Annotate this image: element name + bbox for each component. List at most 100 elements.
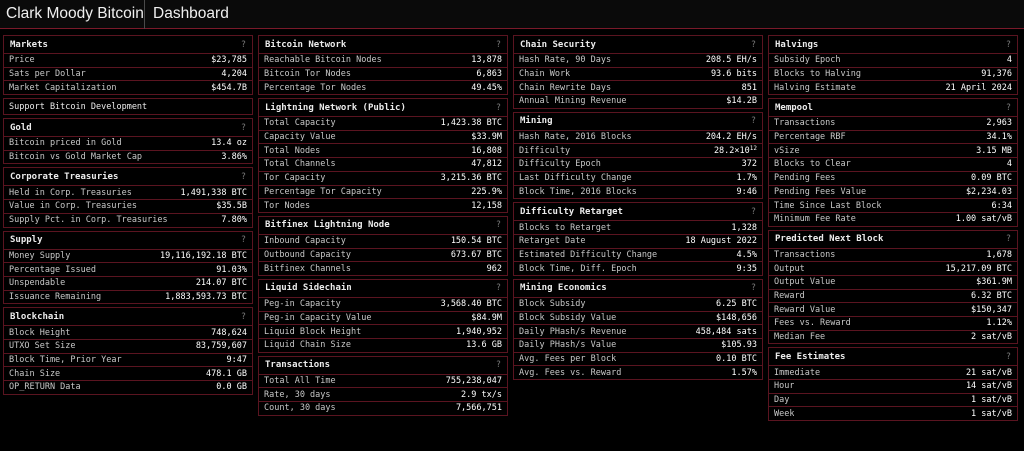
stat-value-text: 3.15 MB bbox=[976, 145, 1012, 156]
help-icon[interactable]: ? bbox=[1006, 103, 1011, 113]
stat-row: Percentage RBF 34.1% bbox=[769, 129, 1017, 144]
stat-value-text: 1 sat/vB bbox=[971, 395, 1012, 406]
stat-value-text: $361.9M bbox=[976, 277, 1012, 288]
stat-row: Rate, 30 days 2.9 tx/s bbox=[259, 387, 507, 401]
stat-value-text: 21 April 2024 bbox=[945, 82, 1012, 93]
stat-label: Transactions bbox=[774, 249, 836, 260]
stat-value: $150,347 bbox=[971, 305, 1012, 315]
stat-value-text: $35.5B bbox=[216, 201, 247, 212]
help-icon[interactable]: ? bbox=[1006, 234, 1011, 244]
stat-value-text: 4 bbox=[1006, 55, 1012, 66]
stat-row: Capacity Value $33.9M bbox=[259, 129, 507, 144]
panel-title: Supply bbox=[10, 235, 43, 245]
help-icon[interactable]: ? bbox=[751, 283, 756, 293]
stat-value-text: 851 bbox=[741, 82, 757, 93]
stat-value: 91.03% bbox=[216, 265, 247, 275]
help-icon[interactable]: ? bbox=[1006, 352, 1011, 362]
stat-row: Total Nodes 16,808 bbox=[259, 143, 507, 157]
stat-value: 2.9 tx/s bbox=[461, 390, 502, 400]
stat-row: Minimum Fee Rate 1.00 sat/vB bbox=[769, 211, 1017, 226]
stat-value: 93.6 bits bbox=[711, 69, 757, 79]
stat-value: $2,234.03 bbox=[966, 187, 1012, 197]
stat-label: Percentage Tor Capacity bbox=[264, 186, 382, 197]
stat-value: 18 August 2022 bbox=[685, 236, 757, 246]
stat-value-text: 14 sat/vB bbox=[965, 381, 1012, 392]
stat-label: Block Time, Diff. Epoch bbox=[519, 263, 637, 274]
panel-header: Supply? bbox=[4, 232, 252, 249]
support-link[interactable]: Support Bitcoin Development bbox=[3, 98, 253, 116]
stat-label: Percentage Tor Nodes bbox=[264, 82, 367, 93]
stat-label: Sats per Dollar bbox=[9, 69, 86, 80]
help-icon[interactable]: ? bbox=[241, 312, 246, 322]
stat-row: Percentage Issued 91.03% bbox=[4, 262, 252, 276]
stat-value: $23,785 bbox=[211, 55, 247, 65]
stat-row: Hour 14 sat/vB bbox=[769, 379, 1017, 393]
help-icon[interactable]: ? bbox=[241, 235, 246, 245]
panel-header: Difficulty Retarget? bbox=[514, 203, 762, 220]
stat-label: Chain Work bbox=[519, 69, 571, 80]
help-icon[interactable]: ? bbox=[241, 40, 246, 50]
stat-value-text: 6,863 bbox=[476, 69, 502, 80]
help-icon[interactable]: ? bbox=[1006, 40, 1011, 50]
stat-value: 458,484 sats bbox=[696, 327, 757, 337]
stat-row: Chain Work 93.6 bits bbox=[514, 66, 762, 81]
stat-value-text: 225.9% bbox=[471, 186, 502, 197]
page-title: Dashboard bbox=[153, 5, 229, 22]
stat-value: 47,812 bbox=[471, 159, 502, 169]
site-brand[interactable]: Clark Moody Bitcoin bbox=[0, 0, 145, 29]
stat-label: Bitcoin priced in Gold bbox=[9, 138, 122, 149]
panel-chain-security: Chain Security? Hash Rate, 90 Days 208.5 E… bbox=[513, 35, 763, 109]
help-icon[interactable]: ? bbox=[496, 360, 501, 370]
panel-title: Transactions bbox=[265, 360, 331, 371]
panel-title: Gold bbox=[10, 122, 32, 133]
panel-header: Transactions? bbox=[259, 357, 507, 374]
stat-value-text: 1,423.38 BTC bbox=[440, 118, 502, 129]
stat-value-text: 0.09 BTC bbox=[971, 173, 1012, 184]
stat-value: 9:35 bbox=[737, 264, 757, 274]
stat-row: Day 1 sat/vB bbox=[769, 392, 1017, 407]
stat-label: Reward bbox=[774, 290, 805, 301]
column-2: Bitcoin Network? Reachable Bitcoin Nodes 1… bbox=[258, 35, 508, 419]
stat-value: 1 sat/vB bbox=[971, 409, 1012, 419]
stat-value: 1,491,338 BTC bbox=[180, 188, 247, 198]
stat-row: Last Difficulty Change 1.7% bbox=[514, 170, 762, 185]
stat-value-text: 2 sat/vB bbox=[971, 332, 1012, 343]
stat-label: Liquid Block Height bbox=[264, 326, 362, 337]
help-icon[interactable]: ? bbox=[496, 220, 501, 230]
help-icon[interactable]: ? bbox=[496, 283, 501, 293]
panel-markets: Markets? Price $23,785 Sats per Dollar 4,204… bbox=[3, 35, 253, 96]
stat-label: Output bbox=[774, 263, 805, 274]
stat-value: 3.86% bbox=[221, 152, 247, 162]
stat-value-text: 208.5 EH/s bbox=[705, 55, 757, 66]
help-icon[interactable]: ? bbox=[241, 123, 246, 133]
stat-value-text: 21 sat/vB bbox=[965, 367, 1012, 378]
help-icon[interactable]: ? bbox=[751, 40, 756, 50]
panel-liquid-sidechain: Liquid Sidechain? Peg-in Capacity 3,568.40… bbox=[258, 278, 508, 353]
help-icon[interactable]: ? bbox=[241, 172, 246, 182]
stat-label: Daily PHash/s Revenue bbox=[519, 326, 627, 337]
stat-value-text: $150,347 bbox=[971, 304, 1012, 315]
stat-value: 673.67 BTC bbox=[451, 250, 502, 260]
panel-title: Bitcoin Network bbox=[265, 39, 347, 50]
stat-label: Capacity Value bbox=[264, 132, 336, 143]
stat-value: 851 bbox=[742, 83, 757, 93]
stat-value: 3,215.36 BTC bbox=[441, 173, 502, 183]
stat-value: 2 sat/vB bbox=[971, 332, 1012, 342]
stat-row: Outbound Capacity 673.67 BTC bbox=[259, 247, 507, 262]
stat-value: 6.32 BTC bbox=[971, 291, 1012, 301]
panel-header: Markets? bbox=[4, 36, 252, 53]
stat-row: Avg. Fees per Block 0.10 BTC bbox=[514, 351, 762, 366]
stat-row: Percentage Tor Capacity 225.9% bbox=[259, 184, 507, 199]
panel-title: Mining bbox=[520, 116, 553, 127]
help-icon[interactable]: ? bbox=[496, 103, 501, 113]
panel-title: Predicted Next Block bbox=[775, 234, 884, 245]
stat-value-text: $84.9M bbox=[471, 312, 502, 323]
help-icon[interactable]: ? bbox=[751, 116, 756, 126]
stat-value: 1.12% bbox=[986, 318, 1012, 328]
panel-header: Predicted Next Block? bbox=[769, 231, 1017, 248]
stat-label: Last Difficulty Change bbox=[519, 173, 632, 184]
stat-label: vSize bbox=[774, 145, 800, 156]
help-icon[interactable]: ? bbox=[496, 40, 501, 50]
help-icon[interactable]: ? bbox=[751, 207, 756, 217]
stat-label: Reachable Bitcoin Nodes bbox=[264, 55, 382, 66]
